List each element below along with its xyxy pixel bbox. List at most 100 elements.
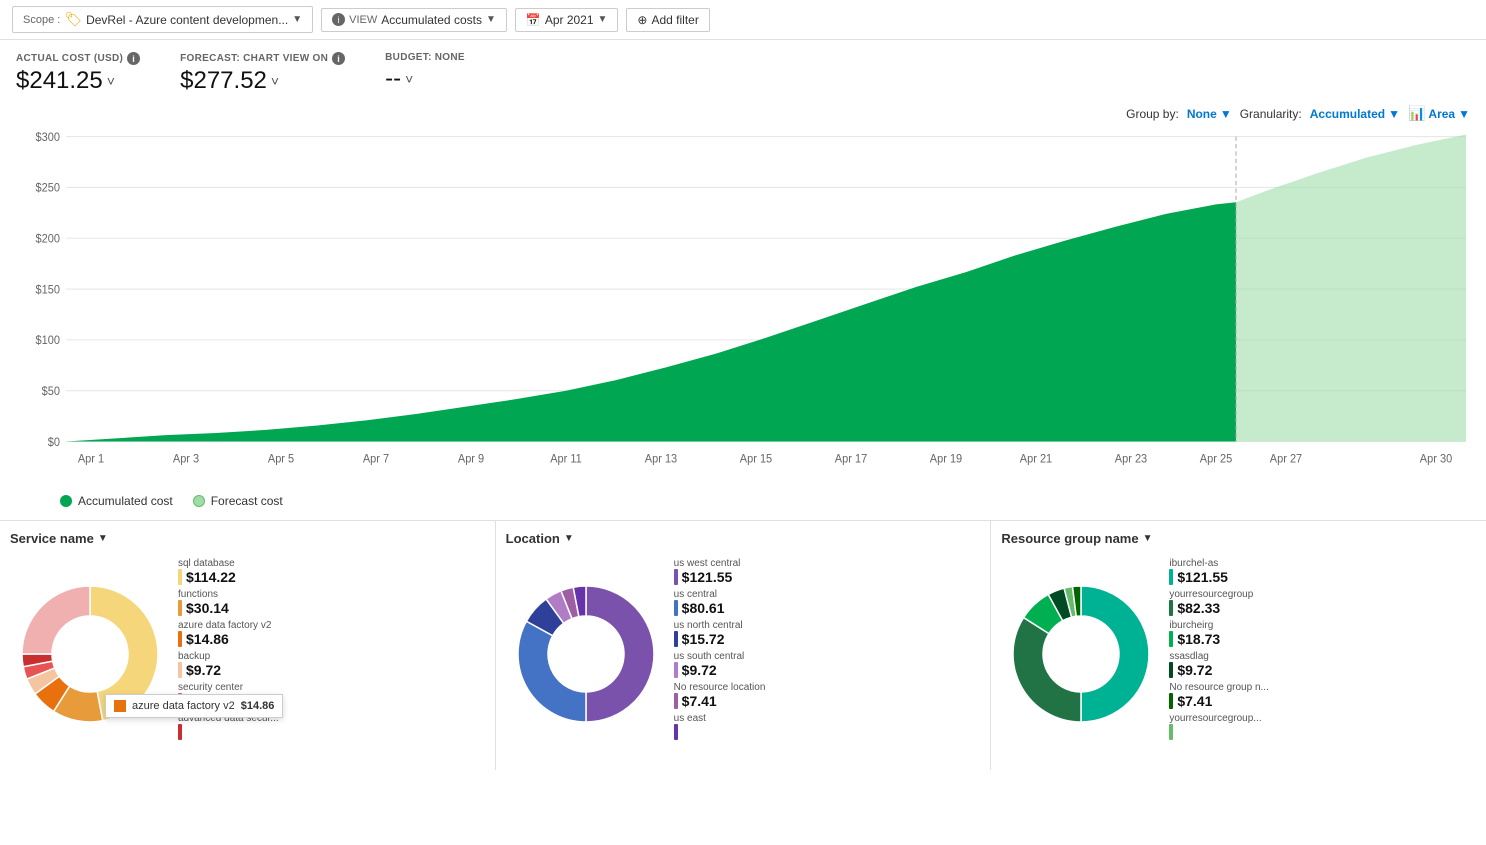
list-item: ssasdlag $9.72 xyxy=(1169,651,1476,678)
list-item: sql database $114.22 xyxy=(178,558,485,585)
panel-service-name-content: azure data factory v2 $14.86 sql databas… xyxy=(10,554,485,753)
legend-item-bar xyxy=(674,569,678,585)
group-by-select[interactable]: None ▼ xyxy=(1187,107,1232,121)
legend-item-bar xyxy=(1169,662,1173,678)
add-filter-button[interactable]: ⊕ Add filter xyxy=(626,8,709,32)
svg-text:$100: $100 xyxy=(36,335,60,347)
forecast-label: FORECAST: CHART VIEW ON i xyxy=(180,52,345,65)
svg-text:Apr 17: Apr 17 xyxy=(835,453,867,465)
list-item: us south central $9.72 xyxy=(674,651,981,678)
list-item: iburchel-as $121.55 xyxy=(1169,558,1476,585)
legend-item-label: No resource group n... xyxy=(1169,682,1476,693)
granularity-select[interactable]: Accumulated ▼ xyxy=(1310,107,1400,121)
legend-accumulated: Accumulated cost xyxy=(60,494,173,508)
svg-text:Apr 23: Apr 23 xyxy=(1115,453,1147,465)
legend-item-label: security center xyxy=(178,682,485,693)
panel-location-donut-svg xyxy=(511,579,661,729)
date-button[interactable]: 📅 Apr 2021 ▼ xyxy=(515,8,619,32)
view-type-select[interactable]: 📊 Area ▼ xyxy=(1408,105,1470,122)
forecast-legend-dot xyxy=(193,495,205,507)
budget-label: BUDGET: NONE xyxy=(385,52,465,63)
legend-item-label: yourresourcegroup... xyxy=(1169,713,1476,724)
panel-location-legend: us west central $121.55 us central $80.6… xyxy=(674,554,981,753)
svg-text:Apr 3: Apr 3 xyxy=(173,453,199,465)
date-value: Apr 2021 xyxy=(545,13,594,27)
svg-text:$250: $250 xyxy=(36,182,60,194)
view-label: VIEW xyxy=(349,14,377,26)
forecast-legend-label: Forecast cost xyxy=(211,494,283,508)
legend-item-label: iburchel-as xyxy=(1169,558,1476,569)
legend-item-value: $9.72 xyxy=(674,662,981,678)
panel-resource-group-donut-wrapper xyxy=(1001,554,1161,753)
legend-item-bar xyxy=(1169,693,1173,709)
list-item: yourresourcegroup $82.33 xyxy=(1169,589,1476,616)
panel-location: Location ▼ us west central $121.55 us ce… xyxy=(496,521,992,770)
legend-item-label: iburcheirg xyxy=(1169,620,1476,631)
scope-value: DevRel - Azure content developmen... xyxy=(86,13,288,27)
legend-item-label: ssasdlag xyxy=(1169,651,1476,662)
list-item: us east xyxy=(674,713,981,740)
forecast-info-icon[interactable]: i xyxy=(332,52,345,65)
granularity-label: Granularity: xyxy=(1240,107,1302,121)
legend-item-value: $82.33 xyxy=(1169,600,1476,616)
svg-text:Apr 13: Apr 13 xyxy=(645,453,677,465)
view-value: Accumulated costs xyxy=(381,13,482,27)
legend-item-label: functions xyxy=(178,589,485,600)
legend-item-bar xyxy=(674,600,678,616)
actual-cost-label: ACTUAL COST (USD) i xyxy=(16,52,140,65)
svg-text:Apr 21: Apr 21 xyxy=(1020,453,1052,465)
legend-item-value: $15.72 xyxy=(674,631,981,647)
actual-cost-block: ACTUAL COST (USD) i $241.25 ˅ xyxy=(16,52,140,95)
forecast-area xyxy=(1236,134,1466,441)
legend-item-bar xyxy=(674,662,678,678)
panel-resource-group-title[interactable]: Resource group name ▼ xyxy=(1001,531,1476,546)
actual-cost-chevron-icon[interactable]: ˅ xyxy=(107,73,115,89)
legend-item-value xyxy=(178,724,485,740)
legend-item-value: $14.86 xyxy=(178,631,485,647)
legend-item-label: backup xyxy=(178,651,485,662)
date-chevron-icon: ▼ xyxy=(598,14,608,25)
view-chevron-icon: ▼ xyxy=(486,14,496,25)
donut-tooltip: azure data factory v2 $14.86 xyxy=(105,694,283,718)
toolbar: Scope : 🏷 DevRel - Azure content develop… xyxy=(0,0,1486,40)
calendar-icon: 📅 xyxy=(526,13,541,27)
panel-service-name-legend: sql database $114.22 functions $30.14 az… xyxy=(178,554,485,753)
legend-item-label: us west central xyxy=(674,558,981,569)
svg-text:Apr 30: Apr 30 xyxy=(1420,453,1452,465)
budget-chevron-icon[interactable]: ˅ xyxy=(405,71,413,87)
main-chart: $300 $250 $200 $150 $100 $50 $0 Apr 1 Ap… xyxy=(0,126,1486,486)
legend-item-label: azure data factory v2 xyxy=(178,620,485,631)
budget-value: -- ˅ xyxy=(385,65,465,93)
legend-item-label: yourresourcegroup xyxy=(1169,589,1476,600)
svg-text:Apr 19: Apr 19 xyxy=(930,453,962,465)
svg-text:Apr 7: Apr 7 xyxy=(363,453,389,465)
tooltip-value: $14.86 xyxy=(241,700,275,712)
view-button[interactable]: i VIEW Accumulated costs ▼ xyxy=(321,8,507,32)
svg-text:$0: $0 xyxy=(48,437,60,449)
panel-service-name-donut-wrapper: azure data factory v2 $14.86 xyxy=(10,554,170,753)
panel-resource-group-donut-svg xyxy=(1006,579,1156,729)
panel-resource-group-legend: iburchel-as $121.55 yourresourcegroup $8… xyxy=(1169,554,1476,753)
actual-cost-info-icon[interactable]: i xyxy=(127,52,140,65)
forecast-chevron-icon[interactable]: ˅ xyxy=(271,73,279,89)
list-item: azure data factory v2 $14.86 xyxy=(178,620,485,647)
legend-item-value: $121.55 xyxy=(674,569,981,585)
svg-text:Apr 25: Apr 25 xyxy=(1200,453,1232,465)
scope-button[interactable]: Scope : 🏷 DevRel - Azure content develop… xyxy=(12,6,313,33)
accumulated-legend-dot xyxy=(60,495,72,507)
forecast-block: FORECAST: CHART VIEW ON i $277.52 ˅ xyxy=(180,52,345,95)
accumulated-legend-label: Accumulated cost xyxy=(78,494,173,508)
list-item: backup $9.72 xyxy=(178,651,485,678)
legend-item-value: $121.55 xyxy=(1169,569,1476,585)
list-item: us north central $15.72 xyxy=(674,620,981,647)
panel-service-name-title[interactable]: Service name ▼ xyxy=(10,531,485,546)
panel-location-donut-wrapper xyxy=(506,554,666,753)
legend-item-label: sql database xyxy=(178,558,485,569)
svg-text:$200: $200 xyxy=(36,233,60,245)
add-filter-label: Add filter xyxy=(651,13,698,27)
legend-item-bar xyxy=(1169,569,1173,585)
svg-text:Apr 15: Apr 15 xyxy=(740,453,772,465)
panel-location-title[interactable]: Location ▼ xyxy=(506,531,981,546)
svg-text:Apr 11: Apr 11 xyxy=(550,453,582,465)
legend-item-value xyxy=(1169,724,1476,740)
